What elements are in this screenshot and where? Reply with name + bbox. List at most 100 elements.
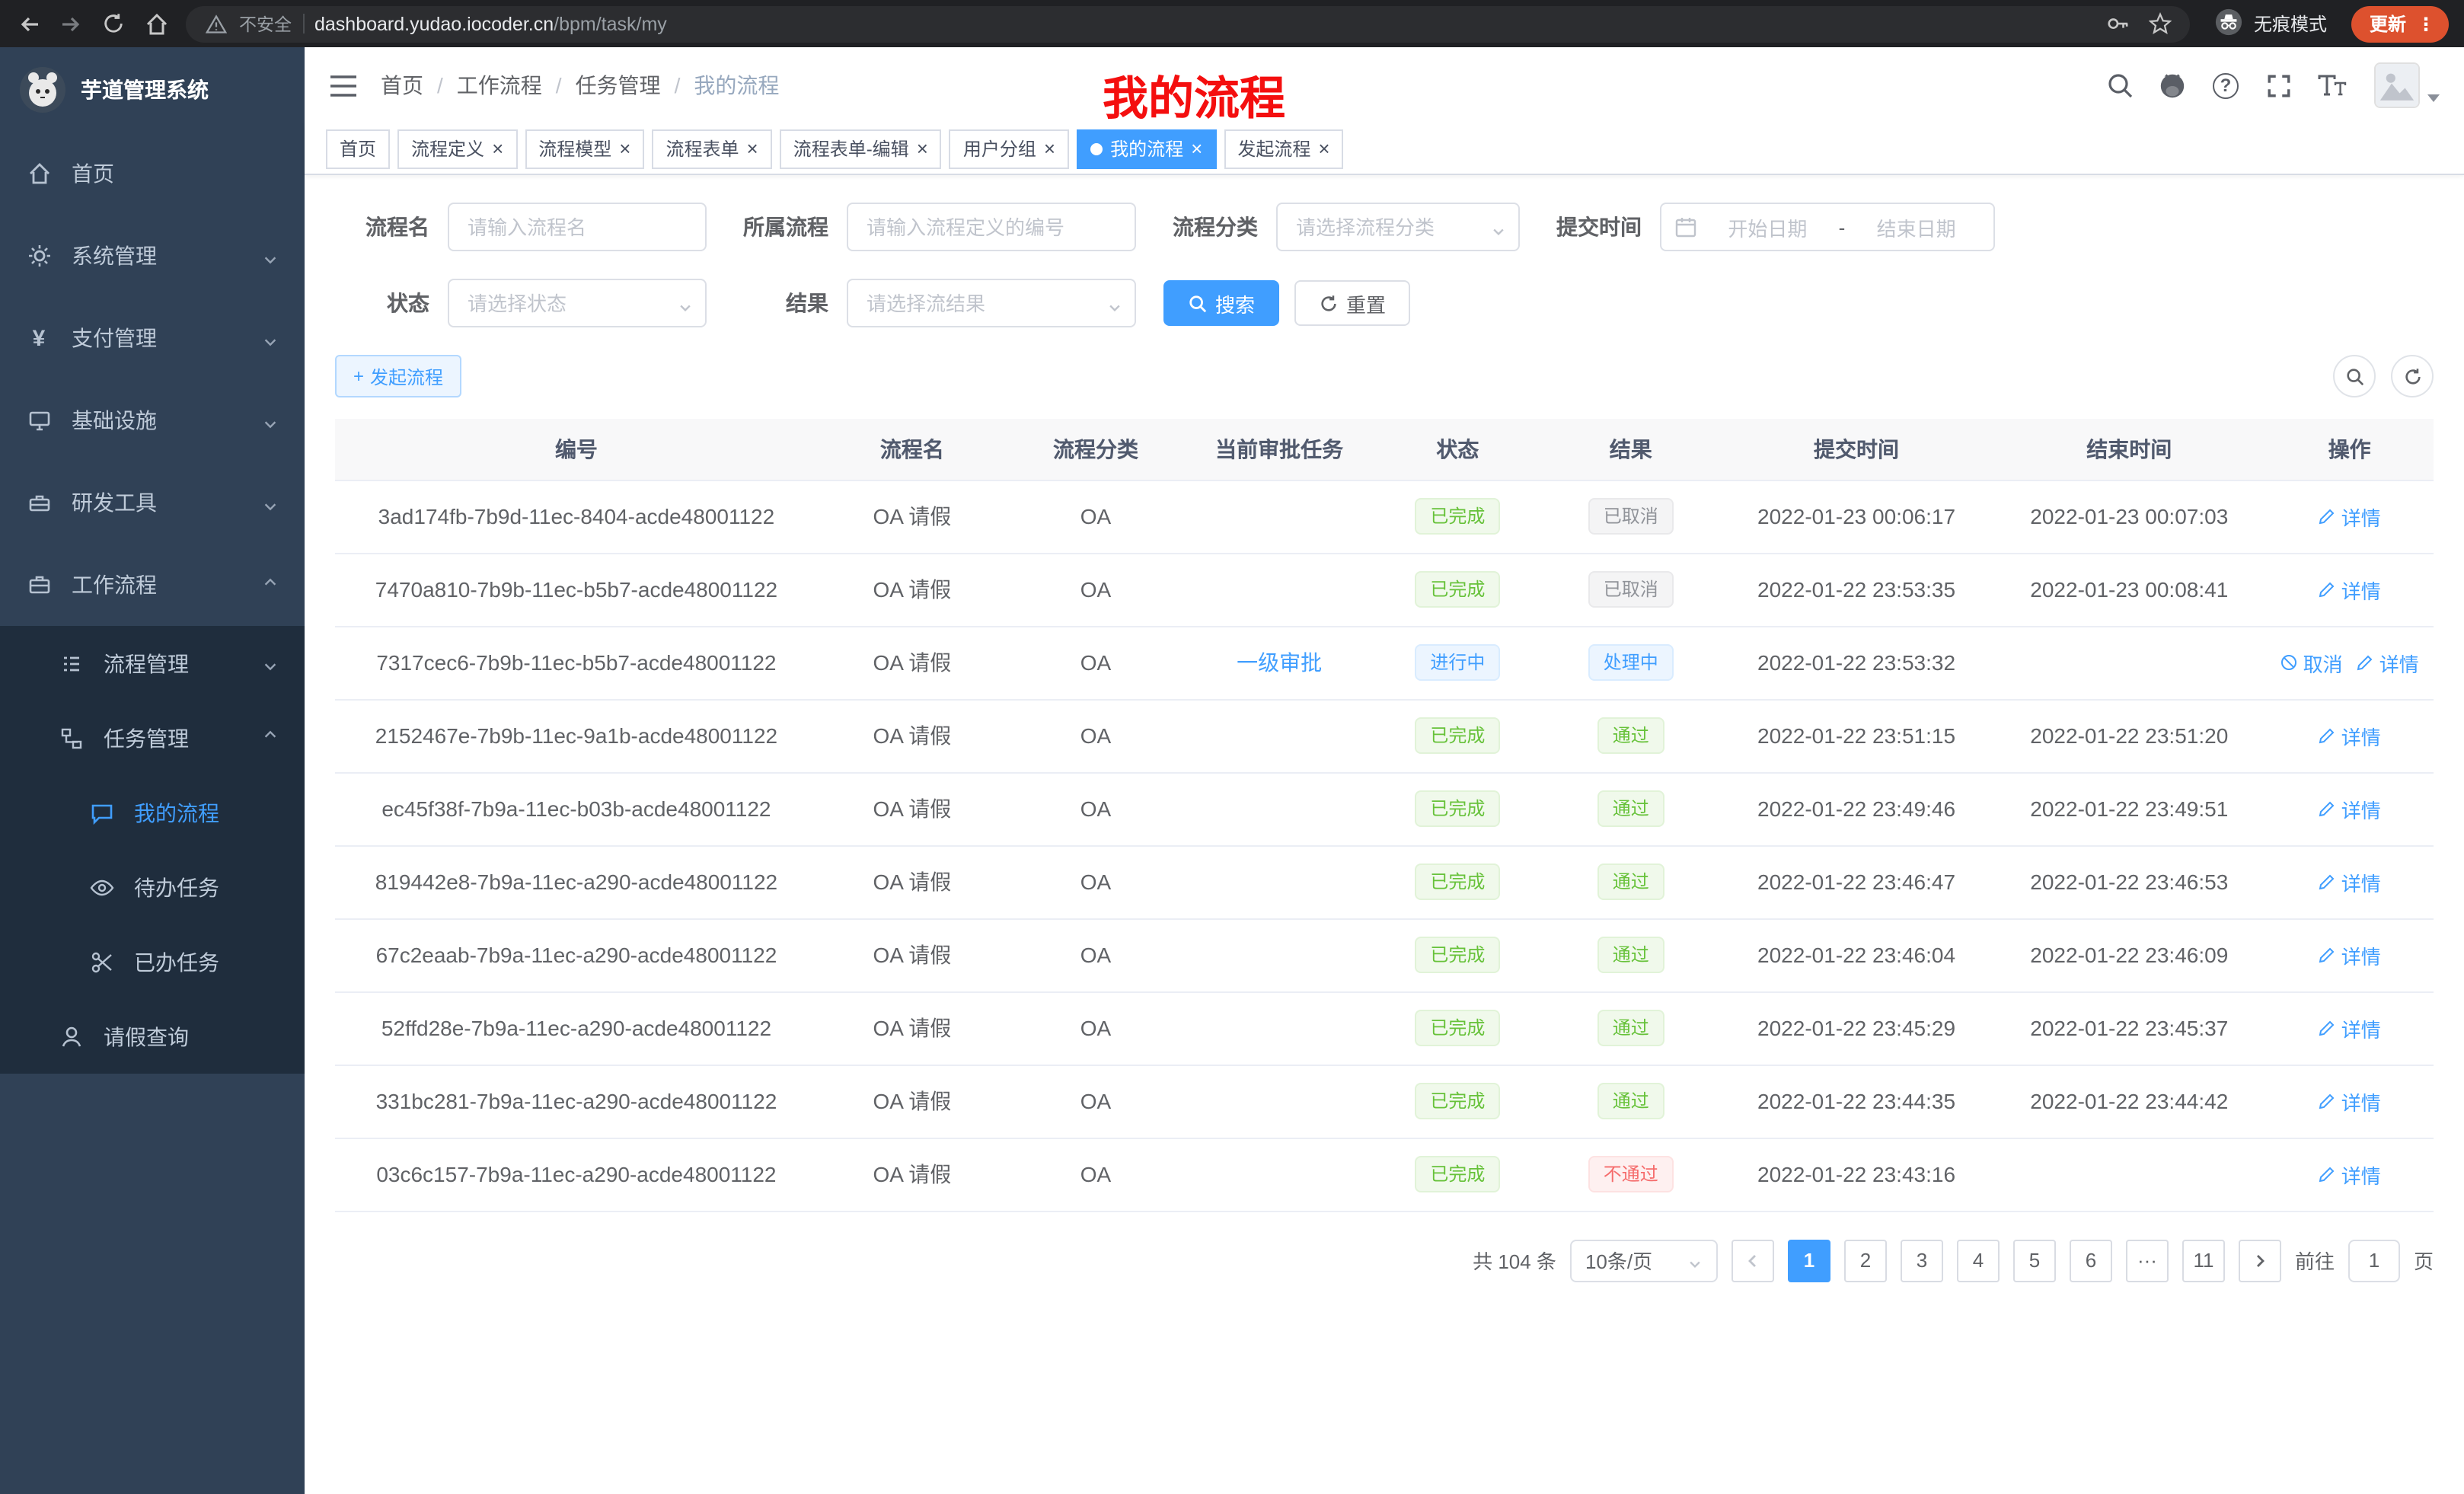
detail-link[interactable]: 详情	[2319, 794, 2381, 823]
tab-start-process[interactable]: 发起流程×	[1224, 129, 1343, 168]
help-icon[interactable]: ?	[2211, 71, 2240, 100]
process-definition-input[interactable]	[847, 203, 1136, 251]
close-icon[interactable]: ×	[747, 139, 758, 158]
reset-button[interactable]: 重置	[1294, 280, 1410, 326]
sidebar-item-my-process[interactable]: 我的流程	[0, 775, 305, 850]
detail-link[interactable]: 详情	[2319, 1014, 2381, 1042]
forward-icon[interactable]	[58, 11, 84, 37]
bookmark-star-icon[interactable]	[2147, 11, 2173, 37]
cell-status: 已完成	[1374, 553, 1541, 626]
sidebar-item-payment-mgmt[interactable]: ¥ 支付管理	[0, 297, 305, 379]
close-icon[interactable]: ×	[917, 139, 928, 158]
detail-link[interactable]: 详情	[2357, 648, 2419, 677]
close-icon[interactable]: ×	[1191, 139, 1202, 158]
close-icon[interactable]: ×	[1044, 139, 1055, 158]
detail-link[interactable]: 详情	[2319, 1160, 2381, 1189]
current-task-link[interactable]: 一级审批	[1237, 650, 1322, 675]
result-badge: 已取消	[1588, 571, 1674, 608]
close-icon[interactable]: ×	[1318, 139, 1329, 158]
cell-submit-time: 2022-01-22 23:43:16	[1720, 1138, 1993, 1211]
breadcrumb-item[interactable]: 工作流程	[457, 70, 542, 101]
hamburger-icon[interactable]	[329, 74, 358, 97]
cell-id: 03c6c157-7b9a-11ec-a290-acde48001122	[335, 1138, 818, 1211]
fullscreen-icon[interactable]	[2265, 71, 2293, 100]
result-badge: 通过	[1597, 864, 1664, 900]
sidebar-item-done-tasks[interactable]: 已办任务	[0, 924, 305, 999]
search-icon[interactable]	[2105, 71, 2134, 100]
breadcrumb-separator: /	[437, 73, 443, 97]
home-icon[interactable]	[143, 11, 169, 37]
breadcrumb-item[interactable]: 任务管理	[576, 70, 661, 101]
cell-status: 已完成	[1374, 1138, 1541, 1211]
cell-id: 7470a810-7b9b-11ec-b5b7-acde48001122	[335, 553, 818, 626]
cancel-link[interactable]: 取消	[2280, 648, 2343, 677]
cell-status: 已完成	[1374, 699, 1541, 772]
tab-my-process[interactable]: 我的流程×	[1077, 129, 1216, 168]
kebab-menu-icon[interactable]: ⋮	[2417, 13, 2435, 34]
tab-user-group[interactable]: 用户分组×	[950, 129, 1069, 168]
url-text[interactable]: dashboard.yudao.iocoder.cn/bpm/task/my	[314, 13, 667, 34]
refresh-table-button[interactable]	[2391, 355, 2434, 397]
page-button[interactable]: 5	[2013, 1239, 2056, 1282]
security-label[interactable]: 不安全	[239, 11, 292, 36]
goto-page-input[interactable]	[2348, 1239, 2400, 1282]
key-icon[interactable]	[2105, 11, 2130, 37]
back-icon[interactable]	[15, 11, 41, 37]
sidebar-item-infrastructure[interactable]: 基础设施	[0, 379, 305, 461]
sidebar-item-task-mgmt[interactable]: 任务管理	[0, 701, 305, 775]
page-button[interactable]: 3	[1901, 1239, 1943, 1282]
breadcrumb-item[interactable]: 首页	[381, 70, 423, 101]
app-logo-row[interactable]: 芋道管理系统	[0, 47, 305, 132]
sidebar-item-home[interactable]: 首页	[0, 132, 305, 215]
address-bar[interactable]: 不安全 dashboard.yudao.iocoder.cn/bpm/task/…	[186, 5, 2190, 42]
detail-link[interactable]: 详情	[2319, 1087, 2381, 1116]
more-pages-button[interactable]: ···	[2126, 1239, 2169, 1282]
page-button[interactable]: 6	[2070, 1239, 2112, 1282]
search-button[interactable]: 搜索	[1163, 280, 1279, 326]
cell-actions: 详情	[2265, 918, 2434, 991]
sidebar-item-dev-tools[interactable]: 研发工具	[0, 461, 305, 544]
detail-link[interactable]: 详情	[2319, 575, 2381, 604]
detail-link[interactable]: 详情	[2319, 502, 2381, 531]
status-badge: 进行中	[1415, 644, 1500, 681]
tab-process-form-edit[interactable]: 流程表单-编辑×	[780, 129, 942, 168]
github-icon[interactable]	[2158, 71, 2187, 100]
tab-home[interactable]: 首页	[326, 129, 390, 168]
sidebar-item-workflow[interactable]: 工作流程	[0, 544, 305, 626]
tab-process-form[interactable]: 流程表单×	[652, 129, 771, 168]
sidebar-item-process-mgmt[interactable]: 流程管理	[0, 626, 305, 701]
sidebar-item-leave-query[interactable]: 请假查询	[0, 999, 305, 1074]
process-category-select[interactable]	[1276, 203, 1520, 251]
reload-icon[interactable]	[101, 11, 126, 37]
detail-link[interactable]: 详情	[2319, 867, 2381, 896]
start-process-button[interactable]: + 发起流程	[335, 355, 461, 397]
tab-process-definition[interactable]: 流程定义×	[397, 129, 517, 168]
tab-process-model[interactable]: 流程模型×	[525, 129, 644, 168]
home-menu-icon	[26, 161, 52, 187]
close-icon[interactable]: ×	[492, 139, 503, 158]
show-search-button[interactable]	[2333, 355, 2376, 397]
sidebar-item-system-mgmt[interactable]: 系统管理	[0, 215, 305, 297]
cell-id: 331bc281-7b9a-11ec-a290-acde48001122	[335, 1065, 818, 1138]
close-icon[interactable]: ×	[619, 139, 630, 158]
status-select[interactable]	[448, 279, 707, 327]
page-button[interactable]: 4	[1957, 1239, 2000, 1282]
start-date-input[interactable]: 开始日期	[1704, 212, 1831, 241]
page-button[interactable]: 1	[1788, 1239, 1830, 1282]
cell-end-time	[1993, 1138, 2265, 1211]
end-date-input[interactable]: 结束日期	[1853, 212, 1980, 241]
detail-link[interactable]: 详情	[2319, 721, 2381, 750]
page-button[interactable]: 2	[1844, 1239, 1887, 1282]
result-select[interactable]	[847, 279, 1136, 327]
page-size-select[interactable]: 10条/页	[1570, 1239, 1718, 1282]
user-menu[interactable]	[2374, 62, 2440, 108]
font-size-icon[interactable]	[2318, 71, 2347, 100]
date-range-picker[interactable]: 开始日期 - 结束日期	[1660, 203, 1995, 251]
sidebar-item-todo-tasks[interactable]: 待办任务	[0, 850, 305, 924]
prev-page-button[interactable]	[1732, 1239, 1774, 1282]
page-button[interactable]: 11	[2182, 1239, 2225, 1282]
process-name-input[interactable]	[448, 203, 707, 251]
update-button[interactable]: 更新 ⋮	[2351, 5, 2449, 42]
next-page-button[interactable]	[2239, 1239, 2281, 1282]
detail-link[interactable]: 详情	[2319, 940, 2381, 969]
